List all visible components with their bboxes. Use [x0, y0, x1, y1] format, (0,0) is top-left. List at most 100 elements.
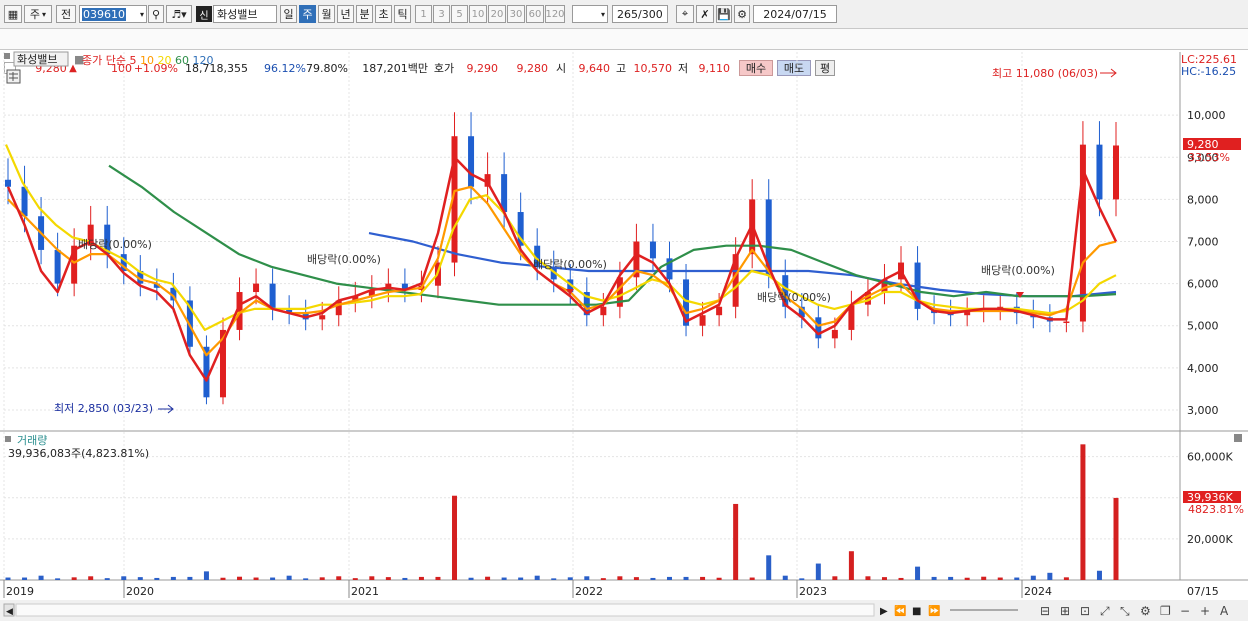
ma-label: 종가 단순 — [82, 54, 129, 67]
count-max: /300 — [638, 7, 663, 21]
minus-icon[interactable]: − — [1180, 604, 1190, 618]
volume-bar — [1063, 577, 1069, 580]
candle-body — [468, 136, 475, 187]
count-input[interactable]: 265/300 — [612, 5, 668, 23]
date-input[interactable]: 2024/07/15 — [753, 5, 837, 23]
period-type-select[interactable]: 주 ▾ — [24, 5, 52, 23]
candle-body — [269, 283, 276, 309]
volume-bar — [584, 576, 590, 580]
prev-button[interactable]: 전 — [56, 5, 76, 23]
cut-icon[interactable]: ⤢ — [1099, 604, 1110, 618]
price-chart[interactable]: 10,0009,0008,0007,0006,0005,0004,0003,00… — [0, 51, 1248, 621]
ma-5-legend: 5 — [129, 54, 140, 67]
plus-icon[interactable]: + — [1200, 604, 1210, 618]
fast-forward-icon[interactable]: ⏩ — [928, 604, 940, 617]
period-tab-4[interactable]: 분 — [356, 5, 373, 23]
window-menu-icon[interactable]: ▦ — [4, 5, 22, 23]
volume-bar — [683, 576, 689, 580]
candle-body — [1113, 145, 1119, 200]
ma-120-legend: 120 — [192, 54, 213, 67]
font-icon[interactable]: A — [1220, 604, 1229, 618]
link-icon[interactable]: ⊡ — [1080, 604, 1090, 618]
search-icon[interactable]: ⚲ — [148, 5, 164, 23]
volume-value: 39,936,083주(4,823.81%) — [8, 447, 149, 460]
volume-bar — [700, 576, 706, 580]
copy-icon[interactable]: ❐ — [1160, 604, 1171, 618]
current-price-tag-text: 9,280 — [1187, 138, 1219, 151]
last-date-label: 07/15 — [1187, 585, 1219, 598]
zoom-in-icon[interactable]: ⊞ — [1060, 604, 1070, 618]
period-tab-0[interactable]: 일 — [280, 5, 297, 23]
volume-bar — [5, 577, 11, 580]
volume-bar — [220, 577, 226, 580]
volume-bar — [418, 576, 424, 580]
gear-icon[interactable]: ⚙ — [734, 5, 750, 23]
volume-bar — [1030, 575, 1036, 580]
count-value: 265 — [617, 7, 638, 21]
scrollbar-track[interactable] — [15, 603, 875, 617]
interval-tab-1[interactable]: 1 — [415, 5, 432, 23]
crosshair-icon[interactable]: ⌖ — [676, 5, 694, 23]
volume-bar — [203, 571, 209, 580]
price-tick: 7,000 — [1187, 236, 1219, 249]
period-tab-1[interactable]: 주 — [299, 5, 316, 23]
zoom-out-icon[interactable]: ⊟ — [1040, 604, 1050, 618]
period-tab-6[interactable]: 틱 — [394, 5, 411, 23]
volume-bar — [154, 577, 160, 580]
volume-tick: 60,000K — [1187, 451, 1233, 464]
high-arrow — [1100, 68, 1117, 78]
candle-body — [1096, 144, 1103, 200]
ma-20-legend: 20 — [157, 54, 175, 67]
settings-icon[interactable]: ⚙ — [1140, 604, 1151, 618]
volume-bar — [501, 577, 507, 580]
volume-bar — [600, 578, 606, 580]
price-tick: 3,000 — [1187, 404, 1219, 417]
volume-bar — [369, 576, 375, 580]
volume-bar — [766, 555, 772, 580]
draw-tool-icon[interactable]: ✗ — [696, 5, 714, 23]
volume-bar — [666, 576, 672, 580]
ma-10-legend: 10 — [140, 54, 158, 67]
candle-body — [600, 306, 607, 316]
period-tab-5[interactable]: 초 — [375, 5, 392, 23]
ma-legend: 종가 단순 5 10 20 60 120 — [82, 54, 213, 67]
volume-label: 거래량 — [17, 434, 47, 447]
interval-tab-3[interactable]: 3 — [433, 5, 450, 23]
scroll-right-icon[interactable]: ▶ — [880, 606, 888, 617]
candle-body — [253, 283, 260, 293]
interval-tabs: 1 3 5 10 20 30 60 120 — [415, 5, 566, 23]
candle-body — [5, 179, 11, 187]
volume-bar — [88, 576, 94, 580]
interval-tab-20[interactable]: 20 — [488, 5, 506, 23]
pane-menu-icon[interactable] — [4, 53, 10, 59]
volume-bar — [650, 577, 656, 580]
stock-name-field[interactable]: 화성밸브 — [213, 5, 277, 23]
stock-code-input[interactable]: 039610 ▾ — [79, 5, 147, 23]
pane-menu-icon[interactable] — [5, 436, 11, 442]
low-arrow — [158, 404, 174, 414]
chevron-down-icon: ▾ — [139, 9, 144, 19]
rewind-icon[interactable]: ⏪ — [894, 604, 906, 617]
volume-bar — [402, 577, 408, 580]
volume-bar — [551, 578, 557, 580]
stop-icon[interactable]: ■ — [912, 606, 921, 617]
interval-input[interactable]: ▾ — [572, 5, 608, 23]
volume-bar — [1047, 572, 1053, 580]
save-icon[interactable]: 💾 — [716, 5, 732, 23]
interval-tab-10[interactable]: 10 — [469, 5, 487, 23]
interval-tab-30[interactable]: 30 — [507, 5, 525, 23]
ma-60-legend: 60 — [175, 54, 193, 67]
price-tick: 10,000 — [1187, 109, 1226, 122]
chart-type-icon[interactable]: ⤡ — [1120, 604, 1130, 618]
dividend-label-5: 배당락(0.00%) — [981, 264, 1055, 277]
interval-tab-120[interactable]: 120 — [545, 5, 565, 23]
price-tick: 8,000 — [1187, 193, 1219, 206]
interval-tab-60[interactable]: 60 — [526, 5, 544, 23]
period-tab-3[interactable]: 년 — [337, 5, 354, 23]
speaker-icon[interactable]: ♬▾ — [166, 5, 192, 23]
pane-close-icon[interactable] — [1234, 434, 1242, 442]
period-tab-2[interactable]: 월 — [318, 5, 335, 23]
volume-bar — [733, 503, 739, 580]
interval-tab-5[interactable]: 5 — [451, 5, 468, 23]
volume-bar — [1113, 497, 1119, 580]
